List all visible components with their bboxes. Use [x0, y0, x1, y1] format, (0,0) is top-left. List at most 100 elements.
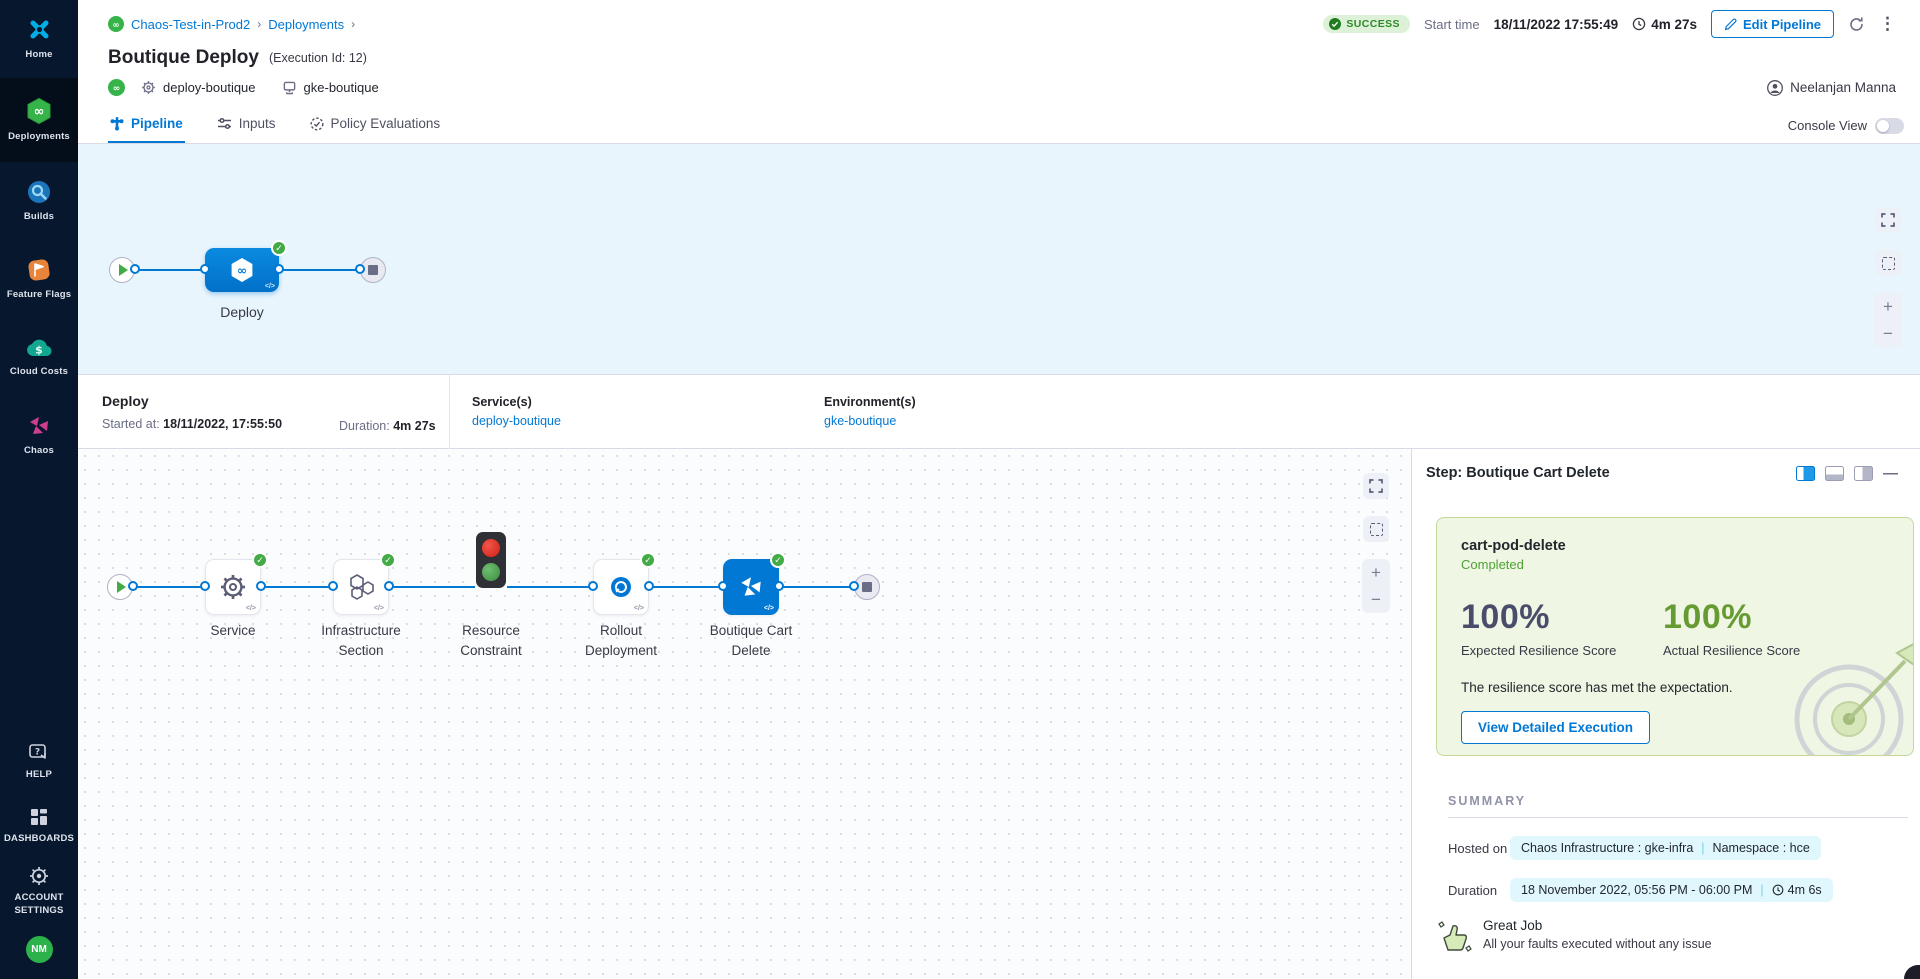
target-dart-illustration [1777, 633, 1914, 756]
page-title: Boutique Deploy [108, 47, 259, 69]
fullscreen-button[interactable] [1363, 473, 1389, 499]
step-node-boutique-cart-delete[interactable]: ✓ </> [723, 559, 779, 615]
step-node-service[interactable]: ✓ </> [205, 559, 261, 615]
bottom-region: ✓ </> ✓ </> ✓ </> [78, 449, 1920, 979]
success-check-badge: ✓ [640, 552, 656, 568]
connector-dot [128, 581, 138, 591]
user-avatar[interactable]: NM [26, 936, 53, 963]
zoom-out-button[interactable]: − [1883, 325, 1893, 342]
expected-score-block: 100% Expected Resilience Score [1461, 598, 1663, 658]
select-region-button[interactable] [1363, 516, 1389, 542]
duration-chip: 18 November 2022, 05:56 PM - 06:00 PM | … [1510, 878, 1833, 902]
stage-canvas-controls: + − [1874, 207, 1902, 347]
started-at-value: 18/11/2022, 17:55:50 [163, 417, 282, 431]
stage-services: Service(s) deploy-boutique [472, 395, 802, 428]
fullscreen-button[interactable] [1875, 207, 1901, 233]
step-label: Service [158, 621, 308, 641]
service-chip[interactable]: deploy-boutique [141, 80, 256, 95]
step-label: Resource Constraint [436, 621, 546, 660]
tab-policy-evaluations[interactable]: Policy Evaluations [308, 108, 443, 143]
chaos-infrastructure-value: Chaos Infrastructure : gke-infra [1521, 841, 1693, 855]
breadcrumb-deployments[interactable]: Deployments [268, 17, 344, 32]
select-region-button[interactable] [1875, 250, 1901, 276]
more-options-button[interactable]: ⋮ [1879, 14, 1896, 34]
zoom-in-button[interactable]: + [1371, 564, 1381, 581]
svg-text:∞: ∞ [237, 264, 247, 278]
expected-score-label: Expected Resilience Score [1461, 643, 1663, 658]
success-check-badge: ✓ [380, 552, 396, 568]
sidebar-item-label: Deployments [8, 131, 70, 144]
start-time-label: Start time [1424, 17, 1480, 32]
user-icon [1767, 80, 1783, 96]
execution-graph-canvas[interactable]: ✓ </> ✓ </> ✓ </> [78, 449, 1411, 979]
breadcrumb: ∞ Chaos-Test-in-Prod2 › Deployments › [108, 16, 355, 32]
cloud-costs-icon: $ [25, 336, 53, 360]
step-node-rollout-deployment[interactable]: ✓ </> [593, 559, 649, 615]
execution-id: (Execution Id: 12) [269, 51, 367, 65]
sidebar-item-label: Home [25, 49, 52, 62]
clock-icon [1632, 17, 1646, 31]
sidebar-item-deployments[interactable]: ∞ Deployments [0, 78, 78, 162]
chip-separator: | [1760, 883, 1763, 897]
environment-name: gke-boutique [304, 80, 379, 95]
stage-node-deploy[interactable]: ∞ ✓ </> [205, 248, 279, 292]
zoom-out-button[interactable]: − [1371, 591, 1381, 608]
console-view-toggle[interactable] [1875, 118, 1904, 134]
hosted-on-row: Hosted on Chaos Infrastructure : gke-inf… [1448, 836, 1908, 860]
namespace-value: Namespace : hce [1713, 841, 1810, 855]
console-view-label: Console View [1788, 118, 1867, 133]
play-icon [117, 581, 126, 593]
code-glyph: </> [374, 605, 384, 612]
services-label: Service(s) [472, 395, 802, 409]
svg-text:∞: ∞ [34, 104, 45, 119]
breadcrumb-separator: › [351, 17, 355, 31]
step-node-resource-constraint[interactable] [476, 532, 506, 588]
connector-dot [256, 581, 266, 591]
connector-dot [355, 264, 365, 274]
connector-dot [328, 581, 338, 591]
sidebar-item-label: Chaos [24, 445, 54, 458]
sidebar-item-builds[interactable]: Builds [0, 162, 78, 240]
environment-chip[interactable]: gke-boutique [282, 80, 379, 95]
layout-right-panel-active-icon[interactable] [1796, 466, 1815, 481]
pencil-icon [1724, 18, 1737, 31]
sidebar-item-account-settings[interactable]: ACCOUNT SETTINGS [0, 860, 78, 924]
sidebar-item-chaos[interactable]: Chaos [0, 396, 78, 474]
connector-dot [588, 581, 598, 591]
svg-text:∞: ∞ [113, 84, 121, 94]
view-detailed-execution-button[interactable]: View Detailed Execution [1461, 711, 1650, 744]
vertical-divider [449, 374, 450, 449]
tab-bar: Pipeline Inputs Policy Evaluations Conso… [78, 108, 1920, 144]
edit-pipeline-button[interactable]: Edit Pipeline [1711, 10, 1834, 38]
chaos-icon [26, 413, 52, 439]
layout-right-panel-icon[interactable] [1854, 466, 1873, 481]
sidebar-item-cloud-costs[interactable]: $ Cloud Costs [0, 318, 78, 396]
tab-inputs[interactable]: Inputs [215, 108, 278, 143]
trigger-user[interactable]: Neelanjan Manna [1767, 80, 1896, 96]
sidebar-item-feature-flags[interactable]: Feature Flags [0, 240, 78, 318]
summary-duration-label: Duration [1448, 883, 1510, 898]
layout-bottom-panel-icon[interactable] [1825, 466, 1844, 481]
tab-pipeline[interactable]: Pipeline [108, 108, 185, 143]
connector-dot [644, 581, 654, 591]
step-label: Boutique Cart Delete [691, 621, 811, 660]
zoom-in-button[interactable]: + [1883, 298, 1893, 315]
sidebar-item-dashboards[interactable]: DASHBOARDS [0, 796, 78, 856]
hosted-on-label: Hosted on [1448, 841, 1510, 856]
services-value[interactable]: deploy-boutique [472, 414, 802, 428]
environment-icon [282, 81, 297, 95]
duration-time-value: 4m 6s [1788, 883, 1822, 897]
stage-pipeline-canvas[interactable]: ∞ ✓ </> Deploy + − [78, 144, 1920, 374]
marquee-icon [1882, 257, 1895, 270]
step-panel-title: Step: Boutique Cart Delete [1426, 465, 1610, 481]
sidebar-item-help[interactable]: ? HELP [0, 732, 78, 792]
header-actions: SUCCESS Start time 18/11/2022 17:55:49 4… [1323, 10, 1896, 38]
environments-value[interactable]: gke-boutique [824, 414, 1154, 428]
step-node-infrastructure[interactable]: ✓ </> [333, 559, 389, 615]
minimize-panel-button[interactable]: — [1883, 466, 1898, 481]
refresh-button[interactable] [1848, 16, 1865, 33]
sidebar-item-home[interactable]: Home [0, 0, 78, 78]
breadcrumb-project[interactable]: Chaos-Test-in-Prod2 [131, 17, 250, 32]
builds-ci-icon [26, 179, 52, 205]
sidebar-item-label: ACCOUNT SETTINGS [8, 892, 70, 918]
